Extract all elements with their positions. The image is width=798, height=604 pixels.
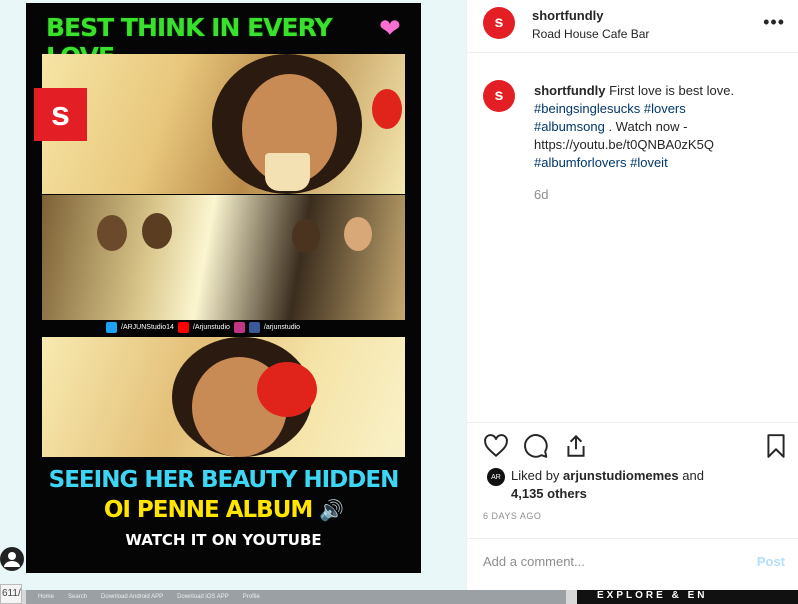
image-caption-line3: WATCH IT ON YOUTUBE [125, 531, 322, 549]
bottom-nav-search[interactable]: Search [68, 594, 87, 600]
url-fragment: 611/ [0, 584, 22, 604]
twitter-icon [106, 321, 117, 333]
header-user-info: shortfundly Road House Cafe Bar [532, 8, 649, 41]
bottom-nav-strip: Home Search Download Android APP Downloa… [26, 590, 566, 604]
share-icon[interactable] [563, 433, 589, 459]
youtube-handle: /Arjunstudio [192, 323, 230, 331]
bottom-nav-home[interactable]: Home [38, 594, 54, 600]
post-image[interactable]: BEST THINK IN EVERY LOVE ❤ s /ARJUNStudi… [26, 3, 421, 573]
user-icon[interactable] [0, 547, 24, 571]
photo-panel-2 [42, 195, 405, 320]
bottom-nav-profile[interactable]: Profile [243, 594, 260, 600]
hashtags-2[interactable]: #albumsong [534, 119, 605, 134]
likes-others[interactable]: 4,135 others [511, 486, 587, 501]
album-title: OI PENNE ALBUM [103, 497, 313, 523]
likes-user[interactable]: arjunstudiomemes [563, 468, 679, 483]
bottom-nav-ios[interactable]: Download iOS APP [177, 594, 229, 600]
comment-icon[interactable] [523, 433, 549, 459]
header-location[interactable]: Road House Cafe Bar [532, 27, 649, 41]
caption-username[interactable]: shortfundly [534, 83, 606, 98]
instagram-icon [233, 321, 245, 333]
bottom-nav-android[interactable]: Download Android APP [101, 594, 163, 600]
image-caption-line2: OI PENNE ALBUM 🔊 [26, 497, 421, 523]
facebook-handle: /arjunstudio [263, 323, 301, 331]
image-caption-line1: SEEING HER BEAUTY HIDDEN [48, 467, 400, 493]
post-actions: AR Liked by arjunstudiomemes and 4,135 o… [467, 422, 798, 593]
facebook-icon [248, 321, 260, 333]
hashtags-1[interactable]: #beingsinglesucks #lovers [534, 101, 686, 116]
caption-avatar[interactable]: s [483, 80, 515, 112]
liker-avatar[interactable]: AR [487, 468, 505, 486]
explore-banner: EXPLORE & EN [577, 590, 798, 604]
caption-age: 6d [534, 187, 549, 202]
comment-box: Add a comment... Post [467, 538, 798, 589]
post-sidebar: s shortfundly Road House Cafe Bar ••• s … [466, 0, 798, 590]
photo-panel-1 [42, 54, 405, 194]
like-heart-icon[interactable] [483, 433, 509, 459]
likes-and: and [682, 468, 704, 483]
avatar-letter: s [494, 14, 504, 31]
cup-shape [265, 153, 310, 191]
comment-input[interactable]: Add a comment... [483, 554, 585, 569]
bookmark-icon[interactable] [763, 433, 789, 459]
video-link[interactable]: https://youtu.be/t0QNBA0zK5Q [534, 137, 714, 152]
likes-summary: Liked by arjunstudiomemes and 4,135 othe… [511, 467, 704, 503]
post-header: s shortfundly Road House Cafe Bar ••• [467, 0, 798, 53]
hashtags-3[interactable]: #albumforlovers #loveit [534, 155, 668, 170]
more-options-icon[interactable]: ••• [763, 12, 785, 33]
speaker-icon: 🔊 [319, 498, 344, 522]
post-date[interactable]: 6 DAYS AGO [483, 511, 541, 521]
shortfundly-logo: s [34, 88, 87, 141]
photo-panel-3 [42, 337, 405, 457]
likes-prefix: Liked by [511, 468, 560, 483]
post-caption: shortfundly First love is best love. #be… [534, 82, 764, 172]
social-handles: /ARJUNStudio14 /Arjunstudio /arjunstudio [106, 320, 300, 334]
post-comment-button[interactable]: Post [757, 554, 785, 569]
heart-icon: ❤ [379, 13, 401, 43]
caption-text: First love is best love. [609, 83, 735, 98]
header-username[interactable]: shortfundly [532, 8, 649, 23]
caption-avatar-letter: s [494, 87, 504, 104]
watch-text: . Watch now - [608, 119, 688, 134]
youtube-icon [177, 321, 189, 333]
twitter-handle: /ARJUNStudio14 [121, 323, 174, 331]
header-avatar[interactable]: s [483, 7, 515, 39]
